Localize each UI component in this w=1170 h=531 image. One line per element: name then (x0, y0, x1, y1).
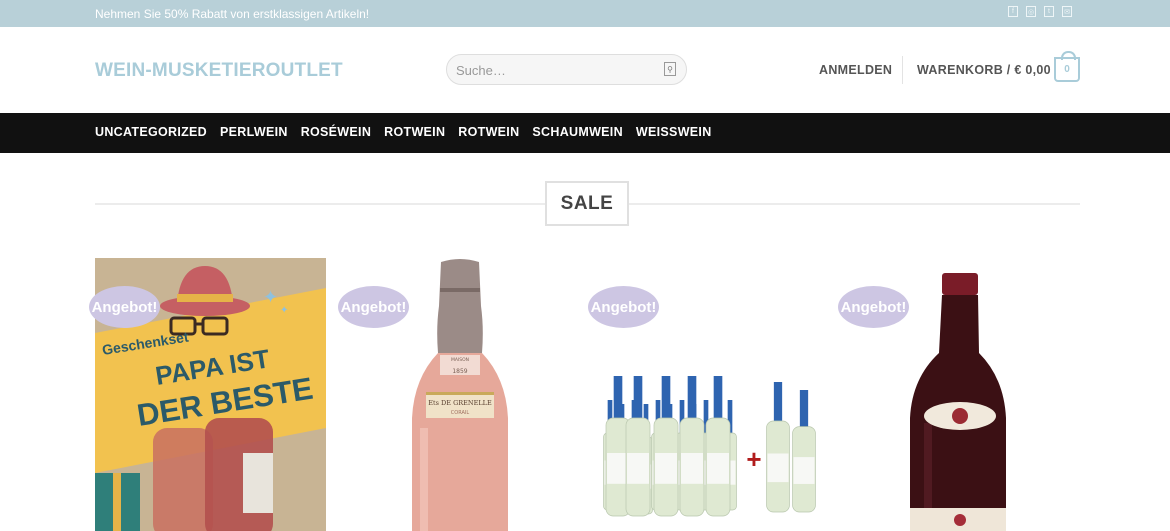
svg-text:✦: ✦ (280, 305, 288, 316)
nav-item-rosewein[interactable]: ROSÉWEIN (301, 125, 371, 139)
twitter-icon[interactable]: t (1044, 6, 1054, 17)
search-input[interactable] (456, 62, 651, 78)
sale-badge: Angebot! (338, 286, 409, 328)
site-header: WEIN-MUSKETIEROUTLET ⚲ ANMELDEN WARENKOR… (0, 27, 1170, 113)
instagram-icon[interactable]: ◎ (1026, 6, 1036, 17)
svg-text:✦: ✦ (263, 287, 278, 308)
sale-badge: Angebot! (838, 286, 909, 328)
bottle-sub-label: CORAIL (451, 410, 470, 416)
site-logo[interactable]: WEIN-MUSKETIEROUTLET (95, 60, 343, 82)
social-links: f ◎ t ✉ (1008, 6, 1072, 17)
facebook-icon[interactable]: f (1008, 6, 1018, 17)
nav-item-uncategorized[interactable]: UNCATEGORIZED (95, 125, 207, 139)
search-icon[interactable]: ⚲ (664, 62, 676, 76)
nav-item-weisswein[interactable]: WEISSWEIN (636, 125, 712, 139)
nav-item-rotwein-2[interactable]: ROTWEIN (458, 125, 519, 139)
main-nav: UNCATEGORIZED PERLWEIN ROSÉWEIN ROTWEIN … (0, 113, 1170, 153)
promo-text: Nehmen Sie 50% Rabatt von erstklassigen … (95, 7, 370, 21)
top-promo-bar: Nehmen Sie 50% Rabatt von erstklassigen … (0, 0, 1170, 27)
cart-link[interactable]: WARENKORB / € 0,00 (917, 63, 1051, 77)
sale-badge: Angebot! (588, 286, 659, 328)
plus-sign: + (746, 444, 761, 474)
header-divider (902, 56, 903, 84)
login-link[interactable]: ANMELDEN (819, 63, 892, 77)
search-box: ⚲ (446, 54, 687, 85)
email-icon[interactable]: ✉ (1062, 6, 1072, 17)
nav-item-schaumwein[interactable]: SCHAUMWEIN (532, 125, 623, 139)
bottle-brand-label: Ets DE GRENELLE (428, 399, 492, 407)
cart-icon[interactable]: 0 (1054, 51, 1080, 82)
nav-item-perlwein[interactable]: PERLWEIN (220, 125, 288, 139)
sale-badge: Angebot! (89, 286, 160, 328)
nav-item-rotwein[interactable]: ROTWEIN (384, 125, 445, 139)
svg-text:1859: 1859 (452, 368, 467, 375)
svg-text:MAISON: MAISON (451, 357, 469, 363)
section-title: SALE (545, 181, 629, 226)
